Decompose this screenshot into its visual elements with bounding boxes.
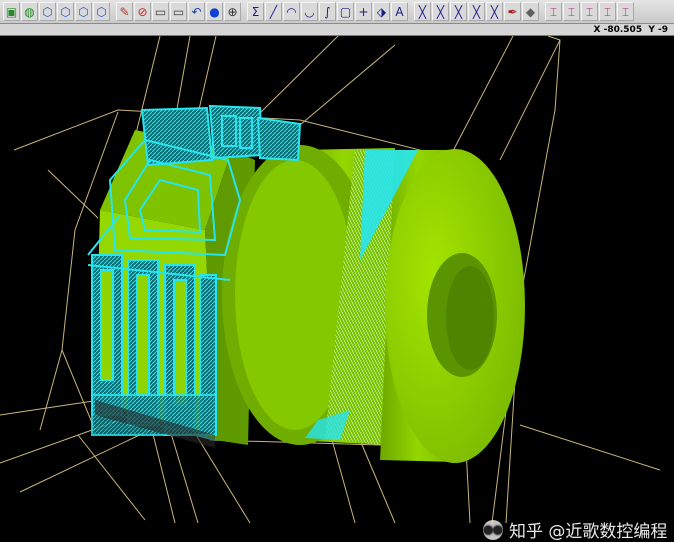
no-entry-icon: ⊘ [137, 4, 148, 19]
coordinate-readout: X -80.505 Y -9 [593, 25, 668, 35]
arc-icon: ◠ [286, 4, 297, 19]
sigma-button[interactable]: Σ [247, 2, 264, 21]
graphics-viewport[interactable]: ●● 知乎 @近歌数控编程 [0, 35, 674, 542]
wire-line [61, 349, 96, 431]
arc-button[interactable]: ◠ [283, 2, 300, 21]
view-cube-4-button[interactable]: ⬡ [93, 2, 110, 21]
view-cube-1-icon: ⬡ [42, 4, 53, 19]
clamp-slot [173, 279, 187, 406]
watermark-text: 知乎 @近歌数控编程 [509, 522, 668, 542]
toolpath-5-button[interactable]: ⌶ [617, 2, 634, 21]
view-cube-3-button[interactable]: ⬡ [75, 2, 92, 21]
wire-line [169, 429, 199, 524]
zoom-icon: ⊕ [227, 4, 238, 19]
toolpath-1-button[interactable]: ⌶ [545, 2, 562, 21]
toolpath-3-icon: ⌶ [585, 4, 594, 19]
pencil-icon: ✎ [119, 4, 130, 19]
trim-3-button[interactable]: ╳ [450, 2, 467, 21]
trim-5-button[interactable]: ╳ [486, 2, 503, 21]
trim-1-icon: ╳ [418, 4, 427, 19]
toolpath-2-icon: ⌶ [567, 4, 576, 19]
view-cube-4-icon: ⬡ [96, 4, 107, 19]
wire-line [331, 439, 356, 524]
wire-line [499, 39, 561, 161]
monitor-2-icon: ▭ [172, 4, 185, 19]
toolpath-4-icon: ⌶ [603, 4, 612, 19]
wire-line [19, 429, 151, 493]
trim-1-button[interactable]: ╳ [414, 2, 431, 21]
pen-tool-icon: ✒ [507, 4, 518, 19]
sphere-button[interactable]: ● [206, 2, 223, 21]
undo-button[interactable]: ↶ [188, 2, 205, 21]
transform-button[interactable]: ⬗ [373, 2, 390, 21]
view-cube-1-button[interactable]: ⬡ [39, 2, 56, 21]
cad-model-scene [0, 35, 661, 524]
fill-icon: ◆ [525, 4, 536, 19]
wire-line [77, 434, 146, 521]
point-button[interactable]: + [355, 2, 372, 21]
clamp-top-3 [256, 116, 302, 162]
wire-line [47, 169, 99, 219]
view-cube-2-icon: ⬡ [60, 4, 71, 19]
wire-line [299, 44, 396, 126]
toolpath-1-icon: ⌶ [549, 4, 558, 19]
monitor-button[interactable]: ▭ [152, 2, 169, 21]
wire-line [151, 429, 176, 524]
point-icon: + [358, 4, 369, 19]
curve-icon: ◡ [304, 4, 315, 19]
text-box-icon: A [395, 4, 404, 19]
trim-4-button[interactable]: ╳ [468, 2, 485, 21]
toolpath-4-button[interactable]: ⌶ [599, 2, 616, 21]
spline-icon: ∫ [324, 4, 331, 19]
view-cube-3-icon: ⬡ [78, 4, 89, 19]
shaded-cube-button[interactable]: ▣ [3, 2, 20, 21]
toolpath-5-icon: ⌶ [621, 4, 630, 19]
bore-inner [446, 266, 494, 370]
rectangle-icon: ▢ [339, 4, 352, 19]
zoom-button[interactable]: ⊕ [224, 2, 241, 21]
sigma-icon: Σ [251, 4, 260, 19]
no-entry-button[interactable]: ⊘ [134, 2, 151, 21]
wire-cube-button[interactable]: ◍ [21, 2, 38, 21]
trim-2-icon: ╳ [436, 4, 445, 19]
status-bar: X -80.505 Y -9 [0, 24, 674, 36]
spline-button[interactable]: ∫ [319, 2, 336, 21]
line-icon: ╱ [269, 4, 278, 19]
clamp-top-1 [140, 106, 214, 167]
toolpath-3-button[interactable]: ⌶ [581, 2, 598, 21]
trim-5-icon: ╳ [490, 4, 499, 19]
fill-button[interactable]: ◆ [522, 2, 539, 21]
text-box-button[interactable]: A [391, 2, 408, 21]
wire-line [519, 424, 661, 471]
trim-2-button[interactable]: ╳ [432, 2, 449, 21]
line-button[interactable]: ╱ [265, 2, 282, 21]
monitor-icon: ▭ [154, 4, 167, 19]
trim-3-icon: ╳ [454, 4, 463, 19]
clamp-slot [136, 274, 150, 396]
trim-4-icon: ╳ [472, 4, 481, 19]
curve-button[interactable]: ◡ [301, 2, 318, 21]
view-cube-2-button[interactable]: ⬡ [57, 2, 74, 21]
wire-cube-icon: ◍ [24, 4, 35, 19]
monitor-2-button[interactable]: ▭ [170, 2, 187, 21]
toolpath-2-button[interactable]: ⌶ [563, 2, 580, 21]
sphere-icon: ● [209, 4, 220, 19]
shaded-cube-icon: ▣ [5, 4, 18, 19]
clamp-slot [100, 269, 114, 381]
main-toolbar: ▣ ◍ ⬡ ⬡ ⬡ ⬡ ✎ ⊘ ▭ ▭ ↶ ● ⊕ Σ ╱ ◠ ◡ ∫ ▢ + ⬗ A ╳ ╳ ╳ ╳ ╳ ✒ ◆ ⌶ ⌶ ⌶ ⌶ ⌶ [0, 0, 674, 24]
pen-tool-button[interactable]: ✒ [504, 2, 521, 21]
transform-icon: ⬗ [376, 4, 387, 19]
rectangle-button[interactable]: ▢ [337, 2, 354, 21]
watermark: ●● 知乎 @近歌数控编程 [483, 517, 667, 542]
undo-icon: ↶ [191, 4, 202, 19]
wire-line [0, 399, 101, 416]
pencil-button[interactable]: ✎ [116, 2, 133, 21]
